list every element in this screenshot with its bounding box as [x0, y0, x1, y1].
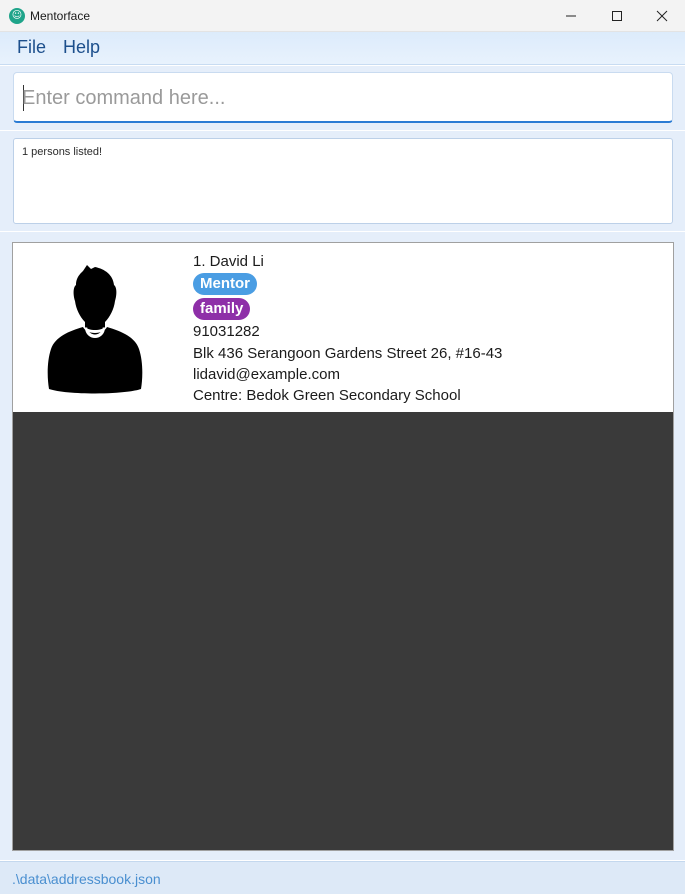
- person-address: Blk 436 Serangoon Gardens Street 26, #16…: [193, 345, 503, 362]
- status-file-path: .\data\addressbook.json: [12, 871, 161, 887]
- title-bar: ☺ Mentorface: [0, 0, 685, 32]
- status-bar: .\data\addressbook.json: [0, 861, 685, 894]
- minimize-icon: [566, 15, 576, 17]
- window-title: Mentorface: [30, 9, 91, 23]
- command-box[interactable]: [13, 72, 673, 123]
- person-card[interactable]: 1. David Li Mentor family 91031282 Blk 4…: [13, 243, 673, 412]
- person-phone: 91031282: [193, 323, 260, 340]
- person-name: 1. David Li: [193, 253, 264, 270]
- maximize-icon: [612, 11, 622, 21]
- person-silhouette-icon: [47, 265, 143, 394]
- close-button[interactable]: [639, 0, 685, 32]
- close-icon: [656, 10, 668, 22]
- command-input[interactable]: [22, 81, 662, 115]
- maximize-button[interactable]: [594, 0, 640, 32]
- menu-file[interactable]: File: [17, 37, 46, 58]
- tag-mentor: Mentor: [193, 273, 257, 295]
- tag-family: family: [193, 298, 251, 320]
- person-email: lidavid@example.com: [193, 366, 340, 383]
- result-display: 1 persons listed!: [13, 138, 673, 224]
- app-icon: ☺: [9, 8, 25, 24]
- person-list[interactable]: 1. David Li Mentor family 91031282 Blk 4…: [12, 242, 674, 851]
- result-message: 1 persons listed!: [22, 146, 103, 158]
- person-centre: Centre: Bedok Green Secondary School: [193, 387, 461, 404]
- menu-bar: File Help: [0, 32, 685, 65]
- minimize-button[interactable]: [548, 0, 594, 32]
- menu-help[interactable]: Help: [63, 37, 100, 58]
